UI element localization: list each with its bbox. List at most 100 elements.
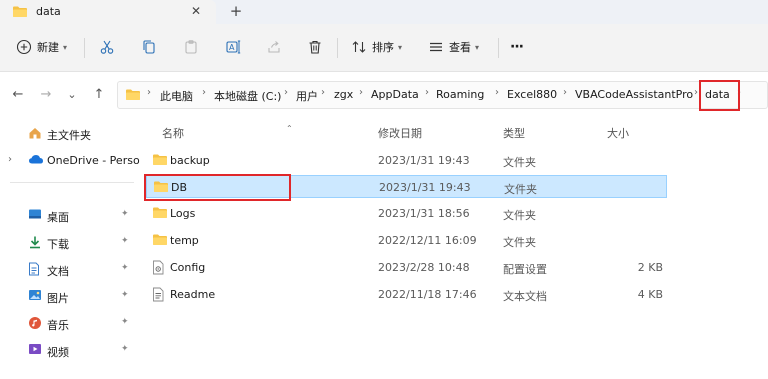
sidebar-item-label: 桌面 <box>47 211 69 224</box>
file-name: temp <box>170 234 199 247</box>
chevron-down-icon: ▾ <box>398 42 403 52</box>
sort-icon <box>351 39 367 55</box>
scissors-icon <box>99 39 115 55</box>
sidebar-item-desktop[interactable]: 桌面 ✦ <box>0 204 138 228</box>
view-list-icon <box>428 39 444 55</box>
up-button[interactable]: ↑ <box>91 87 107 103</box>
breadcrumb-chevron-icon[interactable]: › <box>147 87 151 98</box>
file-modified: 2023/1/31 19:43 <box>378 154 470 167</box>
folder-icon <box>152 206 168 222</box>
breadcrumb-item[interactable]: Roaming <box>436 88 484 101</box>
column-header-name[interactable]: ⌃ 名称 <box>162 124 293 141</box>
file-name: backup <box>170 154 210 167</box>
table-row[interactable]: Readme 2022/11/18 17:46 文本文档 4 KB <box>146 283 667 306</box>
new-tab-button[interactable]: + <box>228 2 244 20</box>
sidebar-item-pictures[interactable]: 图片 ✦ <box>0 285 138 309</box>
paste-button[interactable] <box>183 36 199 58</box>
pin-icon[interactable]: ✦ <box>121 290 129 300</box>
sidebar-item-music[interactable]: 音乐 ✦ <box>0 312 138 336</box>
breadcrumb-item[interactable]: 此电脑 <box>160 88 193 104</box>
delete-button[interactable] <box>307 36 323 58</box>
breadcrumb-item[interactable]: 本地磁盘 (C:) <box>214 88 281 104</box>
file-name: Config <box>170 261 206 274</box>
table-row[interactable]: backup 2023/1/31 19:43 文件夹 <box>146 149 667 172</box>
video-icon <box>28 343 42 358</box>
breadcrumb-item[interactable]: zgx <box>334 88 353 101</box>
copy-button[interactable] <box>141 36 157 58</box>
cut-button[interactable] <box>99 36 115 58</box>
table-row[interactable]: temp 2022/12/11 16:09 文件夹 <box>146 229 667 252</box>
file-type: 文件夹 <box>503 236 536 249</box>
chevron-right-icon[interactable]: › <box>8 154 12 165</box>
view-button[interactable]: 查看 ▾ <box>428 36 479 58</box>
breadcrumb-item[interactable]: VBACodeAssistantPro <box>575 88 693 101</box>
column-header-label: 名称 <box>162 127 184 140</box>
close-tab-button[interactable]: ✕ <box>188 3 204 19</box>
document-icon <box>28 262 40 279</box>
file-type: 配置设置 <box>503 263 547 276</box>
tab-data[interactable]: data ✕ <box>0 0 216 24</box>
file-list: ⌃ 名称 修改日期 类型 大小 backup 2023/1/31 19:43 文… <box>138 118 768 379</box>
share-button[interactable] <box>266 36 282 58</box>
clipboard-icon <box>183 39 199 55</box>
breadcrumb-chevron-icon[interactable]: › <box>694 87 698 98</box>
share-icon <box>266 39 282 55</box>
breadcrumb-chevron-icon[interactable]: › <box>359 87 363 98</box>
toolbar-divider <box>498 38 499 58</box>
recent-locations-button[interactable]: ⌄ <box>64 87 80 103</box>
breadcrumb-chevron-icon[interactable]: › <box>284 87 288 98</box>
navigation-pane: 主文件夹 › OneDrive - Perso 桌面 ✦ 下载 ✦ 文档 ✦ 图… <box>0 118 140 379</box>
more-options-button[interactable]: ··· <box>510 36 524 58</box>
sidebar-item-videos[interactable]: 视频 ✦ <box>0 339 138 363</box>
sidebar-item-home[interactable]: 主文件夹 <box>0 122 138 146</box>
column-header-type[interactable]: 类型 <box>503 125 525 141</box>
breadcrumb-chevron-icon[interactable]: › <box>495 87 499 98</box>
breadcrumb-chevron-icon[interactable]: › <box>321 87 325 98</box>
sidebar-item-label: 文档 <box>47 265 69 278</box>
file-type: 文本文档 <box>503 290 547 303</box>
highlight-box <box>699 80 740 111</box>
file-type: 文件夹 <box>503 209 536 222</box>
pin-icon[interactable]: ✦ <box>121 317 129 327</box>
svg-text:A: A <box>229 43 235 52</box>
sort-ascending-icon: ⌃ <box>286 124 293 133</box>
file-size: 4 KB <box>637 288 663 301</box>
download-icon <box>28 235 42 252</box>
rename-button[interactable]: A <box>225 36 241 58</box>
breadcrumb-chevron-icon[interactable]: › <box>425 87 429 98</box>
pin-icon[interactable]: ✦ <box>121 236 129 246</box>
file-type: 文件夹 <box>504 183 537 196</box>
forward-button[interactable]: → <box>38 87 54 103</box>
sidebar-item-label: 图片 <box>47 292 69 305</box>
view-label: 查看 <box>449 41 471 54</box>
plus-circle-icon <box>16 39 32 55</box>
file-modified: 2023/1/31 19:43 <box>379 181 471 194</box>
pin-icon[interactable]: ✦ <box>121 263 129 273</box>
pin-icon[interactable]: ✦ <box>121 209 129 219</box>
address-bar[interactable]: › 此电脑 › 本地磁盘 (C:) › 用户 › zgx › AppData ›… <box>117 81 768 109</box>
sidebar-item-onedrive[interactable]: › OneDrive - Perso <box>0 149 140 173</box>
file-modified: 2022/11/18 17:46 <box>378 288 477 301</box>
breadcrumb-item[interactable]: Excel880 <box>507 88 557 101</box>
music-icon <box>28 316 42 333</box>
breadcrumb-item[interactable]: 用户 <box>296 88 318 104</box>
rename-icon: A <box>225 39 241 55</box>
new-label: 新建 <box>37 41 59 54</box>
home-icon <box>28 126 42 143</box>
new-button[interactable]: 新建 ▾ <box>16 36 67 58</box>
sidebar-item-documents[interactable]: 文档 ✦ <box>0 258 138 282</box>
breadcrumb-chevron-icon[interactable]: › <box>563 87 567 98</box>
sidebar-item-label: 视频 <box>47 346 69 359</box>
breadcrumb-item[interactable]: AppData <box>371 88 419 101</box>
breadcrumb-chevron-icon[interactable]: › <box>202 87 206 98</box>
sidebar-item-downloads[interactable]: 下载 ✦ <box>0 231 138 255</box>
column-header-size[interactable]: 大小 <box>607 125 629 141</box>
table-row[interactable]: Config 2023/2/28 10:48 配置设置 2 KB <box>146 256 667 279</box>
back-button[interactable]: ← <box>10 87 26 103</box>
column-header-modified[interactable]: 修改日期 <box>378 125 422 141</box>
pin-icon[interactable]: ✦ <box>121 344 129 354</box>
toolbar-divider <box>84 38 85 58</box>
table-row[interactable]: Logs 2023/1/31 18:56 文件夹 <box>146 202 667 225</box>
sort-button[interactable]: 排序 ▾ <box>351 36 402 58</box>
file-size: 2 KB <box>637 261 663 274</box>
